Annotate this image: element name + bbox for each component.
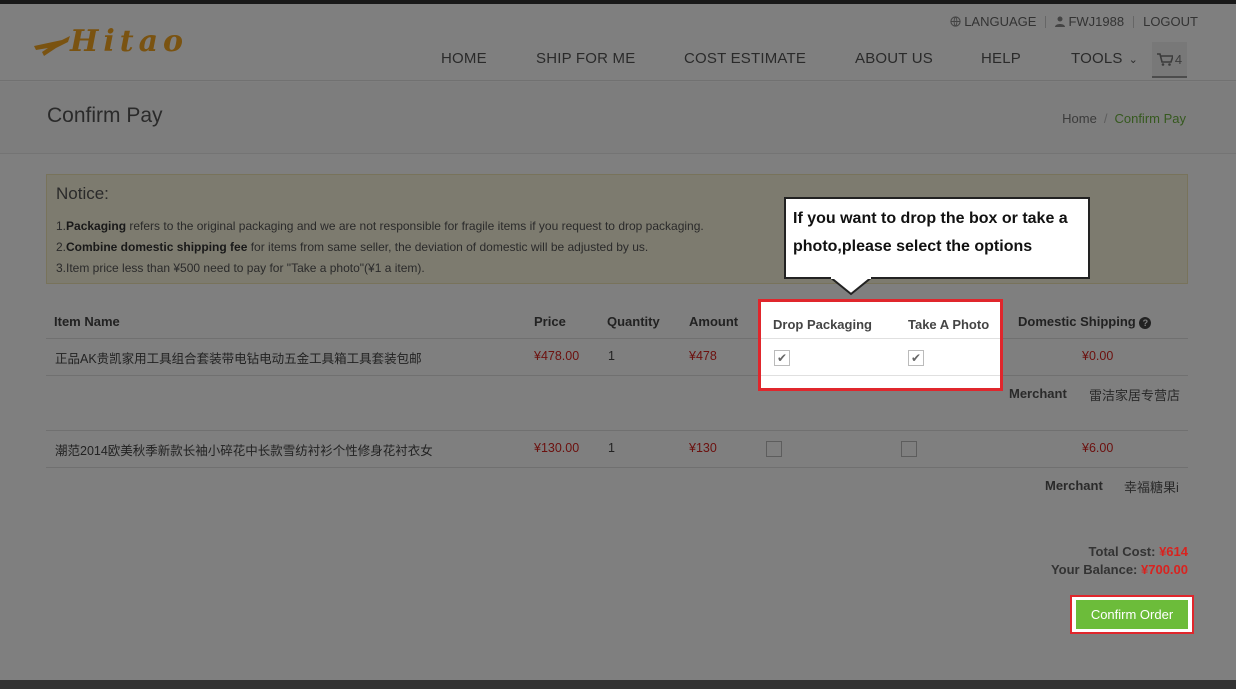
- checkmark-icon: ✔: [776, 351, 788, 365]
- options-highlight: Drop Packaging Take A Photo ✔ ✔: [758, 299, 1003, 391]
- total-cost: Total Cost: ¥614: [1089, 544, 1188, 559]
- col-take-photo: Take A Photo: [908, 317, 990, 332]
- total-cost-value: ¥614: [1159, 544, 1188, 559]
- checkmark-icon: ✔: [910, 351, 922, 365]
- confirm-order-button[interactable]: Confirm Order: [1076, 600, 1188, 629]
- table-divider: [761, 338, 1000, 339]
- table-divider: [761, 375, 1000, 376]
- callout-text: If you want to drop the box or take a ph…: [793, 210, 1068, 255]
- tip-callout: If you want to drop the box or take a ph…: [784, 197, 1090, 279]
- your-balance-value: ¥700.00: [1141, 562, 1188, 577]
- total-cost-label: Total Cost:: [1088, 544, 1160, 559]
- take-photo-checkbox[interactable]: ✔: [908, 350, 924, 366]
- drop-packaging-checkbox[interactable]: ✔: [774, 350, 790, 366]
- callout-pointer: [829, 277, 873, 296]
- your-balance: Your Balance: ¥700.00: [1051, 562, 1188, 577]
- col-drop-packaging: Drop Packaging: [773, 317, 872, 332]
- tutorial-overlay: [0, 0, 1236, 689]
- confirm-highlight: Confirm Order: [1070, 595, 1194, 634]
- your-balance-label: Your Balance:: [1050, 562, 1141, 577]
- footer-bar: [0, 680, 1236, 689]
